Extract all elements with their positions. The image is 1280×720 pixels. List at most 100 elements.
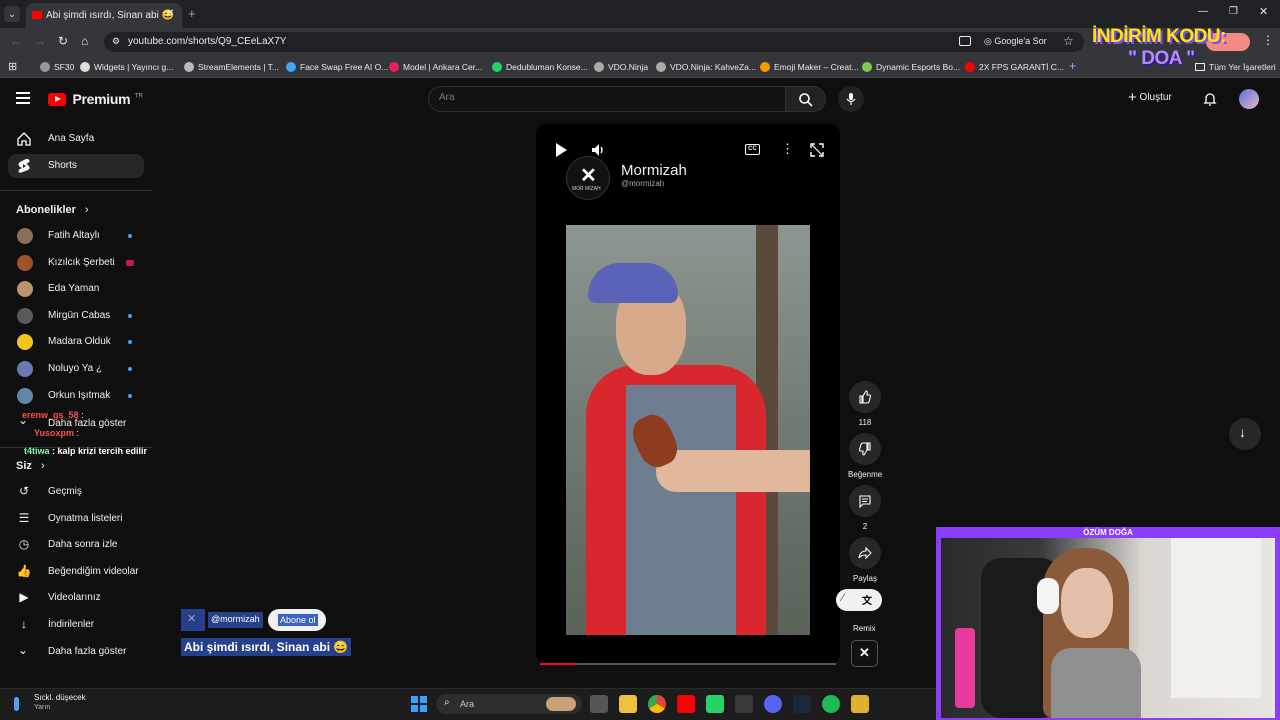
sidebar-you-item[interactable]: ☰ Oynatma listeleri: [8, 507, 144, 531]
sidebar-item-home[interactable]: Ana Sayfa: [8, 127, 144, 151]
sidebar-subscription-item[interactable]: Eda Yaman: [8, 277, 144, 301]
spotify-icon[interactable]: [822, 695, 840, 713]
channel-handle[interactable]: @mormizah: [621, 179, 664, 188]
tab-list-button[interactable]: ⌄: [4, 6, 20, 22]
reload-icon[interactable]: ↻: [58, 34, 68, 48]
window-close-button[interactable]: ✕: [1259, 5, 1268, 18]
translate-toggle[interactable]: ⁄ 文: [836, 589, 882, 611]
sidebar-subscription-item[interactable]: Noluyo Ya ¿: [8, 357, 144, 381]
channel-name[interactable]: Mormizah: [621, 162, 687, 179]
fullscreen-icon[interactable]: [810, 143, 824, 157]
sidebar-show-more-2[interactable]: ⌄ Daha fazla göster: [8, 640, 144, 664]
short-title[interactable]: Abi şimdi ısırdı, Sinan abi 😄: [181, 638, 352, 656]
bookmark-item[interactable]: VDO.Ninja: [594, 62, 648, 72]
sidebar-you-item[interactable]: ↺ Geçmiş: [8, 480, 144, 504]
forward-icon[interactable]: →: [34, 34, 46, 48]
bookmark-item[interactable]: StreamElements | T...: [184, 62, 279, 72]
chrome-icon[interactable]: [648, 695, 666, 713]
home-icon[interactable]: ⌂: [81, 34, 88, 48]
search-box[interactable]: [428, 86, 786, 112]
back-icon[interactable]: ←: [10, 34, 22, 48]
sidebar-you-item[interactable]: 👍 Beğendiğim videolar: [8, 560, 144, 584]
obs-icon[interactable]: [851, 695, 869, 713]
comments-button[interactable]: [849, 485, 881, 517]
bookmark-item[interactable]: Emoji Maker – Creat...: [760, 62, 859, 72]
subscriptions-title[interactable]: Abonelikler ›: [16, 204, 89, 216]
captions-icon[interactable]: CC: [745, 144, 760, 155]
sidebar-item-shorts[interactable]: Shorts: [8, 154, 144, 178]
tab-close-icon[interactable]: ✕: [166, 8, 174, 19]
bookmark-item[interactable]: Widgets | Yayıncı g...: [80, 62, 173, 72]
overlay-channel-handle[interactable]: @mormizah: [208, 612, 263, 628]
start-button[interactable]: [411, 696, 427, 712]
screen-cast-icon[interactable]: [959, 36, 971, 46]
minimize-button[interactable]: —: [1198, 6, 1208, 17]
video-progress-track[interactable]: [540, 663, 836, 665]
dislike-action[interactable]: Beğenme: [848, 433, 882, 479]
sidebar-subscription-item[interactable]: Kızılcık Şerbeti: [8, 251, 144, 275]
comments-action[interactable]: 2: [848, 485, 882, 531]
remix-label[interactable]: Remix: [853, 624, 876, 633]
apps-grid-icon[interactable]: ⊞: [8, 60, 17, 73]
google-lens-button[interactable]: ◎ Google'a Sor: [984, 36, 1047, 47]
youtube-app-icon[interactable]: [677, 695, 695, 713]
sidebar-you-item[interactable]: ◷ Daha sonra izle: [8, 533, 144, 557]
channel-mini-avatar[interactable]: ✕: [181, 609, 205, 631]
like-button[interactable]: [849, 381, 881, 413]
next-video-button[interactable]: ↓: [1229, 418, 1261, 450]
task-view-icon[interactable]: [590, 695, 608, 713]
share-button[interactable]: [849, 537, 881, 569]
bookmark-item[interactable]: Dedubluman Konse...: [492, 62, 588, 72]
shorts-player[interactable]: CC ⋮ ✕ MOR MİZAH Mormizah @mormizah: [536, 124, 840, 665]
sound-channel-thumbnail[interactable]: ✕: [851, 640, 878, 667]
bookmark-item[interactable]: Face Swap Free AI O...: [286, 62, 388, 72]
bookmark-item[interactable]: Dynamic Esports Bo...: [862, 62, 960, 72]
bookmark-star-icon[interactable]: ☆: [1063, 34, 1074, 48]
file-explorer-icon[interactable]: [619, 695, 637, 713]
site-info-icon[interactable]: ⚙: [112, 36, 120, 47]
share-label: Paylaş: [852, 574, 877, 583]
sidebar-subscription-item[interactable]: Orkun Işıtmak: [8, 384, 144, 408]
new-tab-button[interactable]: +: [188, 6, 196, 21]
you-title[interactable]: Siz ›: [16, 460, 45, 472]
notifications-bell-icon[interactable]: [1202, 91, 1218, 107]
steam-icon[interactable]: [793, 695, 811, 713]
bookmark-item[interactable]: VDO.Ninja: KahveZa...: [656, 62, 756, 72]
discord-icon[interactable]: [764, 695, 782, 713]
subscribe-button[interactable]: Abone ol: [268, 609, 326, 631]
account-avatar[interactable]: [1239, 89, 1259, 109]
weather-subtitle: Yarın: [34, 704, 51, 711]
dislike-button[interactable]: [849, 433, 881, 465]
taskbar-search[interactable]: ⌕ Ara: [436, 694, 582, 714]
youtube-logo[interactable]: Premium TR: [48, 91, 143, 109]
more-options-icon[interactable]: ⋮: [781, 141, 794, 157]
add-bookmark-icon[interactable]: +: [1069, 59, 1076, 73]
sidebar-subscription-item[interactable]: Madara Olduk: [8, 330, 144, 354]
like-action[interactable]: 118: [848, 381, 882, 427]
sidebar-you-item[interactable]: ▶ Videolarınız: [8, 586, 144, 610]
create-button[interactable]: + Oluştur: [1128, 89, 1188, 109]
bookmark-item[interactable]: SF30: [40, 62, 74, 72]
search-button[interactable]: [786, 86, 826, 112]
menu-kebab-icon[interactable]: ⋮: [1262, 33, 1274, 47]
maximize-button[interactable]: ❐: [1229, 6, 1238, 17]
whatsapp-icon[interactable]: [706, 695, 724, 713]
sidebar-you-item[interactable]: ↓ İndirilenler: [8, 613, 144, 637]
play-button[interactable]: [556, 143, 567, 157]
browser-tab[interactable]: Abi şimdi ısırdı, Sinan abi 😄: [26, 3, 182, 28]
voice-search-button[interactable]: [838, 86, 864, 112]
terminal-icon[interactable]: [735, 695, 753, 713]
weather-widget[interactable]: Sıckl. düşecek Yarın: [14, 693, 104, 715]
guide-menu-icon[interactable]: [16, 92, 30, 104]
video-frame[interactable]: [566, 225, 810, 635]
address-bar[interactable]: ⚙ youtube.com/shorts/Q9_CEeLaX7Y: [104, 32, 1084, 52]
share-action[interactable]: Paylaş: [848, 537, 882, 583]
all-bookmarks-link[interactable]: Tüm Yer İşaretleri: [1195, 62, 1276, 72]
sidebar-subscription-item[interactable]: Fatih Altaylı: [8, 224, 144, 248]
sidebar-subscription-item[interactable]: Mirgün Cabas: [8, 304, 144, 328]
bookmark-item[interactable]: Model | Ankara Cer...: [389, 62, 482, 72]
channel-avatar[interactable]: ✕ MOR MİZAH: [566, 156, 610, 200]
search-input[interactable]: [439, 92, 769, 103]
bookmark-item[interactable]: 2X FPS GARANTİ C...: [965, 62, 1064, 72]
bookmark-label: 2X FPS GARANTİ C...: [979, 62, 1065, 72]
